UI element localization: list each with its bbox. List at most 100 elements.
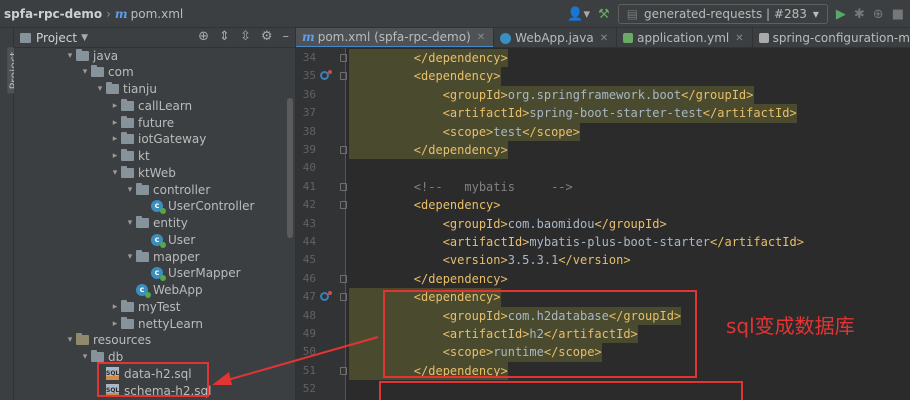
tree-item[interactable]: SQL schema-h2.sql [94, 382, 211, 399]
chevron-down-icon[interactable]: ▾ [79, 67, 91, 77]
tree-item[interactable]: ▾ ktWeb [109, 164, 176, 181]
debug-icon[interactable]: ✱ [854, 7, 865, 22]
fold-icon[interactable] [340, 182, 347, 191]
tree-item[interactable]: ▸ callLearn [109, 97, 192, 114]
code-text: <artifactId>spring-boot-starter-test</ar… [356, 104, 797, 122]
fold-icon[interactable] [340, 201, 347, 210]
chevron-right-icon[interactable]: ▸ [109, 101, 121, 111]
code-line[interactable]: 37 <artifactId>spring-boot-starter-test<… [296, 104, 910, 123]
code-text: </dependency> [356, 141, 508, 159]
editor-tab[interactable]: spring-configuration-metadata.json✕ [753, 28, 910, 47]
user-icon[interactable]: 👤▾ [567, 7, 590, 22]
code-line[interactable]: 44 <artifactId>mybatis-plus-boot-starter… [296, 233, 910, 251]
dependency-gutter-icon[interactable] [320, 291, 332, 302]
run-icon[interactable]: ▶ [836, 7, 846, 22]
editor-tab-label: pom.xml (spfa-rpc-demo) [317, 30, 471, 44]
close-icon[interactable]: ✕ [600, 33, 608, 44]
build-hammer-icon[interactable]: ⚒ [598, 7, 610, 22]
tree-item[interactable]: c WebApp [124, 282, 203, 299]
tree-item[interactable]: ▸ myTest [109, 298, 180, 315]
code-editor[interactable]: 34 </dependency> 35 <dependency> 36 <group… [296, 48, 910, 400]
code-line[interactable]: 47 <dependency> [296, 288, 910, 307]
breadcrumb-file[interactable]: pom.xml [131, 7, 184, 21]
json-icon [758, 33, 769, 43]
fold-icon[interactable] [340, 293, 347, 302]
chevron-down-icon[interactable]: ▼ [81, 33, 88, 43]
gear-icon[interactable]: ⚙ [261, 29, 273, 44]
fold-icon[interactable] [340, 366, 347, 375]
editor-tab[interactable]: WebApp.java ✕ [494, 28, 618, 47]
chevron-right-icon[interactable]: ▸ [109, 134, 121, 144]
line-number: 43 [302, 216, 316, 230]
code-line[interactable]: 35 <dependency> [296, 67, 910, 86]
breadcrumb-project[interactable]: spfa-rpc-demo [4, 7, 102, 21]
tree-item[interactable]: ▸ kt [109, 148, 150, 165]
code-line[interactable]: 50 <scope>runtime</scope> [296, 343, 910, 362]
tree-item[interactable]: ▾ com [79, 64, 134, 81]
chevron-down-icon[interactable]: ▾ [64, 335, 76, 345]
code-line[interactable]: 36 <groupId>org.springframework.boot</gr… [296, 85, 910, 105]
fold-icon[interactable] [340, 54, 347, 62]
editor-tab[interactable]: m pom.xml (spfa-rpc-demo) ✕ [296, 28, 495, 47]
tree-item[interactable]: c UserController [139, 198, 254, 215]
tree-item[interactable]: ▾ entity [124, 215, 188, 232]
chevron-down-icon[interactable]: ▾ [124, 252, 136, 262]
code-line[interactable]: 46 </dependency> [296, 270, 910, 288]
tree-item[interactable]: ▸ future [109, 114, 174, 131]
fold-icon[interactable] [340, 274, 347, 283]
tree-item[interactable]: ▾ java [64, 48, 118, 64]
project-panel: Project ▼ ⊕ ⇕ ⇳ ⚙ – ▾ java ▾ com ▾ tianju ▸ cal… [14, 28, 296, 400]
tree-item[interactable]: ▾ tianju [94, 81, 157, 98]
stop-icon[interactable]: ■ [892, 7, 904, 22]
chevron-right-icon[interactable]: ▸ [109, 151, 121, 161]
close-icon[interactable]: ✕ [735, 33, 743, 44]
tree-item-label: UserController [168, 199, 255, 214]
chevron-right-icon[interactable]: ▸ [109, 302, 121, 312]
hide-icon[interactable]: – [283, 29, 290, 44]
chevron-down-icon[interactable]: ▾ [64, 51, 76, 61]
tree-item[interactable]: c UserMapper [139, 265, 241, 282]
collapse-all-icon[interactable]: ⇳ [240, 29, 251, 44]
code-line[interactable]: 45 <version>3.5.3.1</version> [296, 251, 910, 269]
fold-icon[interactable] [340, 72, 347, 81]
close-icon[interactable]: ✕ [477, 32, 485, 43]
run-configuration-select[interactable]: ▤ generated-requests | #283 ▾ [617, 4, 828, 24]
code-line[interactable]: 38 <scope>test</scope> [296, 122, 910, 141]
code-line[interactable]: 39 </dependency> [296, 141, 910, 160]
chevron-right-icon[interactable]: ▸ [109, 319, 121, 329]
expand-all-icon[interactable]: ⇕ [219, 29, 230, 44]
chevron-down-icon[interactable]: ▾ [124, 185, 136, 195]
xml-tag: </dependency> [413, 363, 508, 378]
code-line[interactable]: 41 <!-- mybatis --> [296, 178, 910, 196]
coverage-icon[interactable]: ⊕ [873, 7, 884, 22]
tree-item[interactable]: ▾ resources [64, 332, 151, 349]
class-icon: c [151, 200, 166, 215]
editor-tab[interactable]: application.yml ✕ [617, 28, 753, 47]
code-line[interactable]: 52 [296, 380, 910, 398]
tree-scrollbar[interactable] [287, 98, 293, 238]
code-line[interactable]: 43 <groupId>com.baomidou</groupId> [296, 215, 910, 233]
tree-item-label: resources [93, 333, 152, 348]
locate-icon[interactable]: ⊕ [198, 29, 209, 44]
tree-item[interactable]: ▸ iotGateway [109, 131, 206, 148]
xml-tag: <groupId> [442, 216, 508, 231]
fold-icon[interactable] [340, 146, 347, 154]
chevron-right-icon[interactable]: ▸ [109, 118, 121, 128]
tree-item[interactable]: ▾ db [79, 349, 123, 366]
tree-item[interactable]: c User [139, 231, 195, 248]
tree-item[interactable]: ▸ nettyLearn [109, 315, 203, 332]
dependency-gutter-icon[interactable] [320, 70, 332, 81]
code-line[interactable]: 40 [296, 159, 910, 177]
chevron-down-icon[interactable]: ▾ [94, 84, 106, 94]
chevron-down-icon[interactable]: ▾ [109, 168, 121, 178]
code-line[interactable]: 51 </dependency> [296, 361, 910, 381]
project-panel-tools: ⊕ ⇕ ⇳ ⚙ – [198, 29, 289, 44]
chevron-down-icon[interactable]: ▾ [79, 352, 91, 362]
tree-item[interactable]: SQL data-h2.sql [94, 365, 192, 382]
tree-item[interactable]: ▾ mapper [124, 248, 200, 265]
project-panel-title[interactable]: Project [36, 31, 77, 45]
code-line[interactable]: 42 <dependency> [296, 196, 910, 214]
chevron-down-icon[interactable]: ▾ [124, 218, 136, 228]
tree-item[interactable]: ▾ controller [124, 181, 210, 198]
code-line[interactable]: 34 </dependency> [296, 49, 910, 68]
